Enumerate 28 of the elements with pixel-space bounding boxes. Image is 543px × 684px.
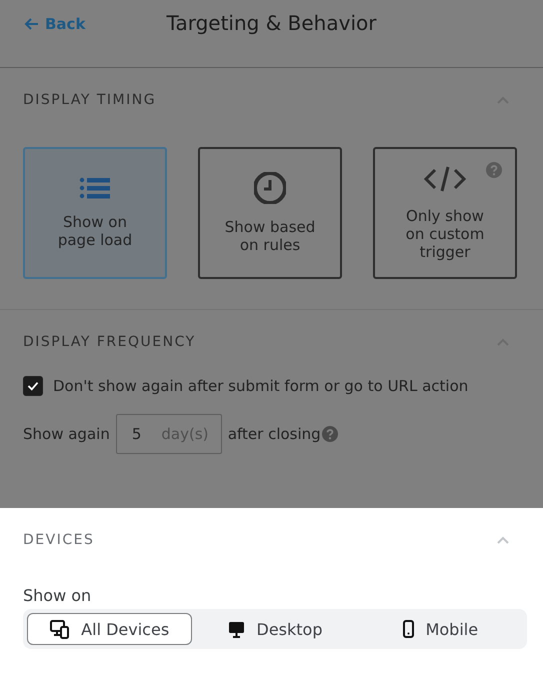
option-label: Show based on rules — [224, 218, 316, 254]
device-tab[interactable]: Desktop — [192, 613, 358, 645]
device-tab[interactable]: All Devices — [27, 613, 192, 645]
code-icon — [424, 165, 466, 193]
option-card[interactable]: Show on page load — [23, 147, 167, 279]
checkbox-label: Don't show again after submit form or go to URL action — [53, 377, 468, 395]
phone-icon — [402, 620, 414, 638]
after-closing-label: after closing — [228, 425, 321, 443]
show-again-label: Show again — [23, 425, 110, 443]
check-icon — [26, 379, 40, 393]
section-title: DISPLAY TIMING — [23, 92, 156, 108]
option-card[interactable]: Show based on rules — [198, 147, 342, 279]
arrow-left-icon — [24, 17, 39, 31]
list-icon — [79, 177, 111, 199]
page-title: Targeting & Behavior — [166, 11, 378, 35]
clock-icon — [254, 172, 286, 204]
collapse-icon[interactable] — [496, 535, 510, 545]
device-tab[interactable]: Mobile — [358, 613, 523, 645]
checkbox[interactable] — [23, 376, 43, 396]
option-label: Show on page load — [56, 213, 134, 249]
option-label: Only show on custom trigger — [404, 207, 486, 261]
section-title: DEVICES — [23, 532, 94, 548]
show-on-label: Show on — [23, 586, 92, 605]
section-title: DISPLAY FREQUENCY — [23, 334, 196, 350]
devices-icon — [50, 620, 70, 638]
option-card[interactable]: Only show on custom trigger — [373, 147, 517, 279]
monitor-icon — [228, 620, 244, 638]
help-icon — [322, 426, 338, 442]
